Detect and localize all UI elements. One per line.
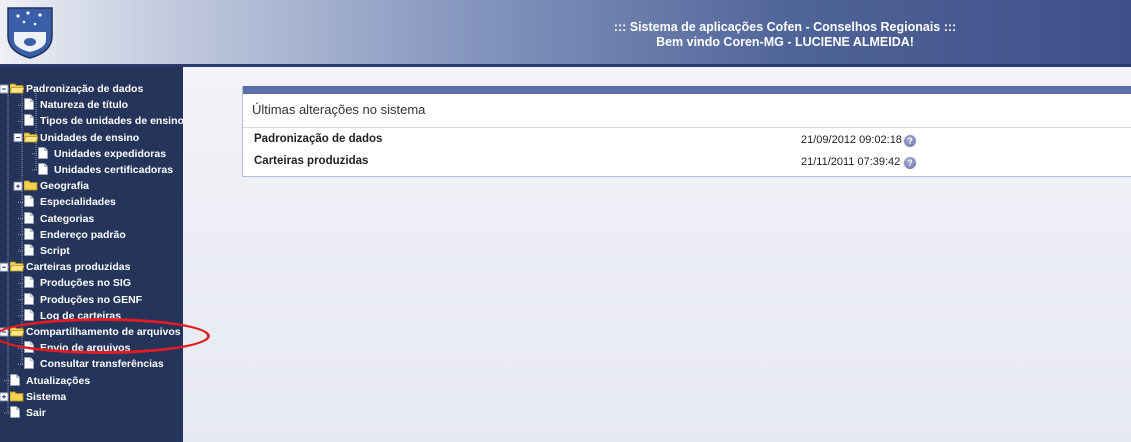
- sidebar-item-label: Tipos de unidades de ensino: [40, 115, 184, 128]
- sidebar-item-label: Consultar transferências: [40, 358, 164, 371]
- recent-changes-panel: Últimas alterações no sistema Padronizaç…: [242, 86, 1131, 177]
- sidebar-item-label: Geografia: [40, 180, 90, 193]
- divider: [243, 127, 1131, 128]
- sidebar-item-label: Endereço padrão: [40, 228, 126, 241]
- document-icon: [24, 211, 34, 227]
- folder-icon: [9, 390, 24, 405]
- folder-open-icon: [23, 131, 39, 146]
- folder-icon: [23, 179, 38, 194]
- document-icon: [24, 308, 34, 324]
- document-icon: [10, 406, 20, 421]
- change-row-date: 21/11/2011 07:39:42: [801, 156, 901, 168]
- sidebar-item-label: Unidades de ensino: [40, 131, 140, 144]
- sidebar-item-label: Atualizações: [26, 374, 91, 387]
- change-row-date: 21/09/2012 09:02:18: [801, 134, 902, 146]
- sidebar-item-label: Compartilhamento de arquivos: [26, 326, 181, 338]
- document-icon: [24, 357, 34, 372]
- sidebar-item-label: Natureza de título: [40, 99, 129, 112]
- sidebar-item-label: Categorias: [40, 212, 95, 225]
- document-icon: [10, 373, 20, 389]
- header-welcome-text: Bem vindo Coren-MG - LUCIENE ALMEIDA!: [656, 35, 914, 49]
- document-icon: [24, 195, 34, 210]
- sidebar-item-label: Unidades expedidoras: [54, 147, 167, 160]
- sidebar-item-label: Unidades certificadoras: [54, 164, 174, 176]
- document-icon: [24, 114, 34, 129]
- document-icon: [24, 341, 34, 356]
- sidebar-item-label: Produções no SIG: [40, 277, 132, 290]
- sidebar-item-label: Produções no GENF: [40, 293, 143, 306]
- folder-open-icon: [9, 82, 25, 97]
- sidebar-item-label: Especialidades: [40, 196, 116, 209]
- header-system-title: ::: Sistema de aplicações Cofen - Consel…: [613, 20, 957, 34]
- panel-title: Últimas alterações no sistema: [252, 102, 426, 117]
- change-row-name[interactable]: Carteiras produzidas: [254, 155, 368, 167]
- document-icon: [24, 244, 34, 259]
- change-row-name[interactable]: Padronização de dados: [254, 133, 382, 145]
- main-content: Últimas alterações no sistema Padronizaç…: [183, 67, 1131, 442]
- help-icon[interactable]: ?: [904, 157, 916, 169]
- help-icon[interactable]: ?: [904, 135, 916, 147]
- sidebar-item-label: Sistema: [26, 390, 67, 403]
- panel-header-bar: [243, 86, 1131, 94]
- document-icon: [38, 163, 48, 178]
- sidebar-item-label: Script: [40, 245, 70, 257]
- folder-open-icon: [9, 260, 25, 275]
- sidebar-item-label: Padronização de dados: [26, 83, 144, 95]
- document-icon: [24, 292, 34, 308]
- document-icon: [24, 276, 34, 291]
- document-icon: [24, 227, 34, 243]
- sidebar-item-label: Sair: [26, 407, 46, 419]
- sidebar-item-label: Carteiras produzidas: [26, 261, 131, 274]
- cofen-crest-icon: [7, 7, 53, 59]
- app-header: ::: Sistema de aplicações Cofen - Consel…: [0, 0, 1131, 67]
- document-icon: [24, 98, 34, 113]
- folder-open-icon: [9, 325, 25, 340]
- document-icon: [38, 146, 48, 162]
- sidebar-item-label: Envio de arquivos: [40, 342, 131, 355]
- sidebar-menu: Padronização de dados Natureza de título…: [0, 67, 184, 442]
- sidebar-item-label: Log de carteiras: [40, 309, 122, 322]
